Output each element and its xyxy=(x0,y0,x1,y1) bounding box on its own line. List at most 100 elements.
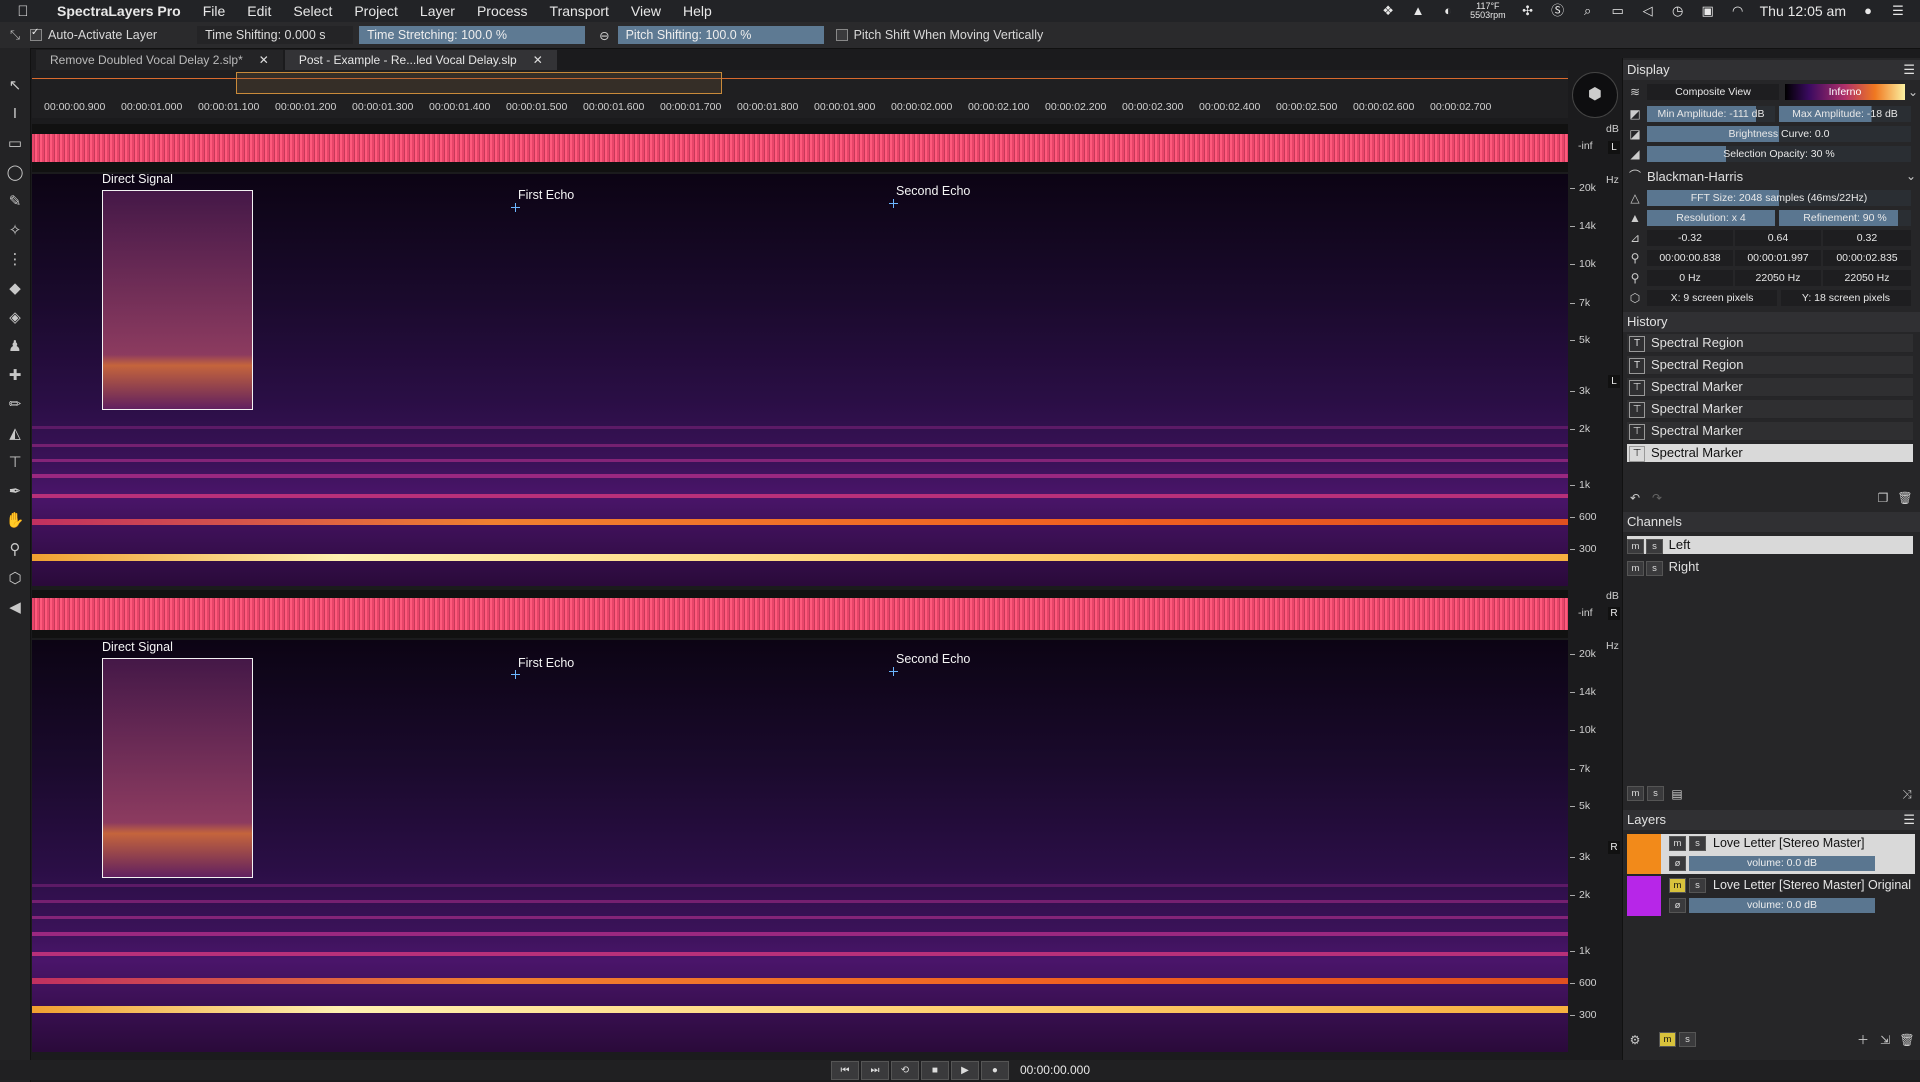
history-item-active[interactable]: ⊤ Spectral Marker xyxy=(1627,444,1913,463)
menu-layer[interactable]: Layer xyxy=(409,3,466,19)
value-field[interactable]: -0.32 xyxy=(1647,230,1733,246)
close-icon[interactable]: ✕ xyxy=(533,50,543,70)
close-icon[interactable]: ✕ xyxy=(259,50,269,70)
chevron-down-icon[interactable]: ⌄ xyxy=(1905,84,1920,100)
channel-left[interactable]: ms Left xyxy=(1627,536,1913,554)
value-field[interactable]: 00:00:02.835 xyxy=(1823,250,1911,266)
brush-select-icon[interactable]: ✎ xyxy=(0,186,30,215)
panel-menu-icon[interactable]: ☰ xyxy=(1903,60,1915,80)
composite-view-select[interactable]: Composite View xyxy=(1647,84,1779,100)
menu-transport[interactable]: Transport xyxy=(539,3,620,19)
system-monitor[interactable]: 117°F 5503rpm xyxy=(1470,2,1506,20)
chevron-down-icon[interactable]: ⌄ xyxy=(1903,168,1919,184)
spectrogram-right[interactable]: Direct Signal First Echo Second Echo xyxy=(32,640,1568,1052)
overview-viewport[interactable] xyxy=(236,72,722,94)
list-icon[interactable]: ▤ xyxy=(1669,786,1685,802)
trash-icon[interactable]: 🗑 xyxy=(1899,1032,1915,1048)
value-field[interactable]: 0.64 xyxy=(1735,230,1821,246)
solo-button[interactable]: s xyxy=(1646,539,1663,554)
skip-forward-button[interactable]: ⏭ xyxy=(860,1060,889,1080)
time-ruler[interactable]: 00:00:00.900 00:00:01.000 00:00:01.100 00:0… xyxy=(32,98,1568,118)
shuffle-icon[interactable]: ⤨ xyxy=(1899,786,1915,802)
notification-center-icon[interactable]: ☰ xyxy=(1890,4,1906,18)
marker-tool-icon[interactable]: ⊤ xyxy=(0,447,30,476)
tab-post-example[interactable]: Post - Example - Re...led Vocal Delay.sl… xyxy=(284,50,557,70)
sync-icon[interactable]: ◐ xyxy=(1440,4,1456,18)
fill-icon[interactable]: ◭ xyxy=(0,418,30,447)
menu-help[interactable]: Help xyxy=(672,3,723,19)
solo-button[interactable]: s xyxy=(1646,561,1663,576)
brightness-curve-slider[interactable]: Brightness Curve: 0.0 xyxy=(1647,126,1911,142)
value-field[interactable]: 22050 Hz xyxy=(1735,270,1821,286)
history-item[interactable]: ⊤ Spectral Marker xyxy=(1627,400,1913,419)
magic-wand-icon[interactable]: ✧ xyxy=(0,215,30,244)
tab-remove-doubled[interactable]: Remove Doubled Vocal Delay 2.slp* ✕ xyxy=(36,50,283,70)
menu-edit[interactable]: Edit xyxy=(236,3,282,19)
direct-signal-region[interactable] xyxy=(102,190,253,410)
hand-icon[interactable]: ✋ xyxy=(0,505,30,534)
time-stretching-field[interactable]: Time Stretching: 100.0 % xyxy=(359,26,586,44)
history-item[interactable]: ⊤ Spectral Marker xyxy=(1627,378,1913,397)
second-echo-marker[interactable] xyxy=(889,199,898,208)
layer-settings-icon[interactable]: ⚙ xyxy=(1627,1032,1643,1048)
menu-view[interactable]: View xyxy=(620,3,672,19)
duplicate-icon[interactable]: ❐ xyxy=(1875,490,1891,506)
triangle-icon[interactable]: ▲ xyxy=(1410,4,1426,18)
merge-layer-icon[interactable]: ⇲ xyxy=(1877,1032,1893,1048)
heal-icon[interactable]: ✚ xyxy=(0,360,30,389)
undo-icon[interactable]: ↶ xyxy=(1627,490,1643,506)
min-amplitude-slider[interactable]: Min Amplitude: -111 dB xyxy=(1647,106,1775,122)
dropbox-icon[interactable]: ❖ xyxy=(1380,4,1396,18)
time-selection-icon[interactable]: I xyxy=(0,99,30,128)
refinement-slider[interactable]: Refinement: 90 % xyxy=(1779,210,1911,226)
pitch-vertical-checkbox[interactable] xyxy=(835,29,848,41)
pencil-icon[interactable]: ✏ xyxy=(0,389,30,418)
volume-icon[interactable]: ◁ xyxy=(1640,4,1656,18)
stamp-icon[interactable]: ♟ xyxy=(0,331,30,360)
apple-icon[interactable]:  xyxy=(0,3,46,20)
menu-file[interactable]: File xyxy=(192,3,237,19)
direct-signal-region[interactable] xyxy=(102,658,253,878)
spectrogram-left[interactable]: Direct Signal First Echo Second Echo xyxy=(32,174,1568,586)
mute-button[interactable]: m xyxy=(1627,786,1644,801)
pitch-shifting-field[interactable]: Pitch Shifting: 100.0 % xyxy=(617,26,824,44)
mute-button[interactable]: m xyxy=(1627,539,1644,554)
time-machine-icon[interactable]: ◷ xyxy=(1670,4,1686,18)
solo-button[interactable]: s xyxy=(1647,786,1664,801)
skype-icon[interactable]: Ⓢ xyxy=(1550,4,1566,18)
value-field[interactable]: 0 Hz xyxy=(1647,270,1733,286)
3d-view-icon[interactable]: ⬡ xyxy=(0,563,30,592)
move-tool-icon[interactable]: ↖ xyxy=(0,70,30,99)
channel-right[interactable]: ms Right xyxy=(1627,558,1913,576)
auto-activate-checkbox[interactable] xyxy=(30,27,42,41)
navigator-orb-icon[interactable]: ⬢ xyxy=(1572,72,1618,118)
waveform-right[interactable] xyxy=(32,590,1568,638)
value-field[interactable]: 22050 Hz xyxy=(1823,270,1911,286)
menu-app[interactable]: SpectraLayers Pro xyxy=(46,3,192,19)
first-echo-marker[interactable] xyxy=(511,670,520,679)
rectangle-select-icon[interactable]: ▭ xyxy=(0,128,30,157)
search-icon[interactable]: ⌕ xyxy=(1580,4,1596,18)
mute-button[interactable]: m xyxy=(1669,878,1686,893)
x-pixels-field[interactable]: X: 9 screen pixels xyxy=(1647,290,1777,306)
clock[interactable]: Thu 12:05 am xyxy=(1760,3,1846,19)
skip-back-button[interactable]: ⏮ xyxy=(830,1060,859,1080)
eraser-icon[interactable]: ◆ xyxy=(0,273,30,302)
fft-size-slider[interactable]: FFT Size: 2048 samples (46ms/22Hz) xyxy=(1647,190,1911,206)
layer-item[interactable]: m s Love Letter [Stereo Master] Original… xyxy=(1627,876,1915,916)
overview-bar[interactable] xyxy=(32,70,1568,98)
value-field[interactable]: 00:00:00.838 xyxy=(1647,250,1733,266)
mute-button[interactable]: m xyxy=(1669,836,1686,851)
window-function-select[interactable]: Blackman-Harris xyxy=(1647,169,1743,184)
solo-button[interactable]: s xyxy=(1689,878,1706,893)
value-field[interactable]: 0.32 xyxy=(1823,230,1911,246)
second-echo-marker[interactable] xyxy=(889,667,898,676)
layer-volume-slider[interactable]: volume: 0.0 dB xyxy=(1689,856,1875,871)
first-echo-marker[interactable] xyxy=(511,203,520,212)
layer-item[interactable]: m s Love Letter [Stereo Master] ø volume… xyxy=(1627,834,1915,874)
panel-menu-icon[interactable]: ☰ xyxy=(1903,810,1915,830)
redo-icon[interactable]: ↷ xyxy=(1649,490,1665,506)
selection-opacity-slider[interactable]: Selection Opacity: 30 % xyxy=(1647,146,1911,162)
waveform-left[interactable] xyxy=(32,124,1568,172)
move-tool-icon[interactable]: ⤡ xyxy=(0,28,30,43)
